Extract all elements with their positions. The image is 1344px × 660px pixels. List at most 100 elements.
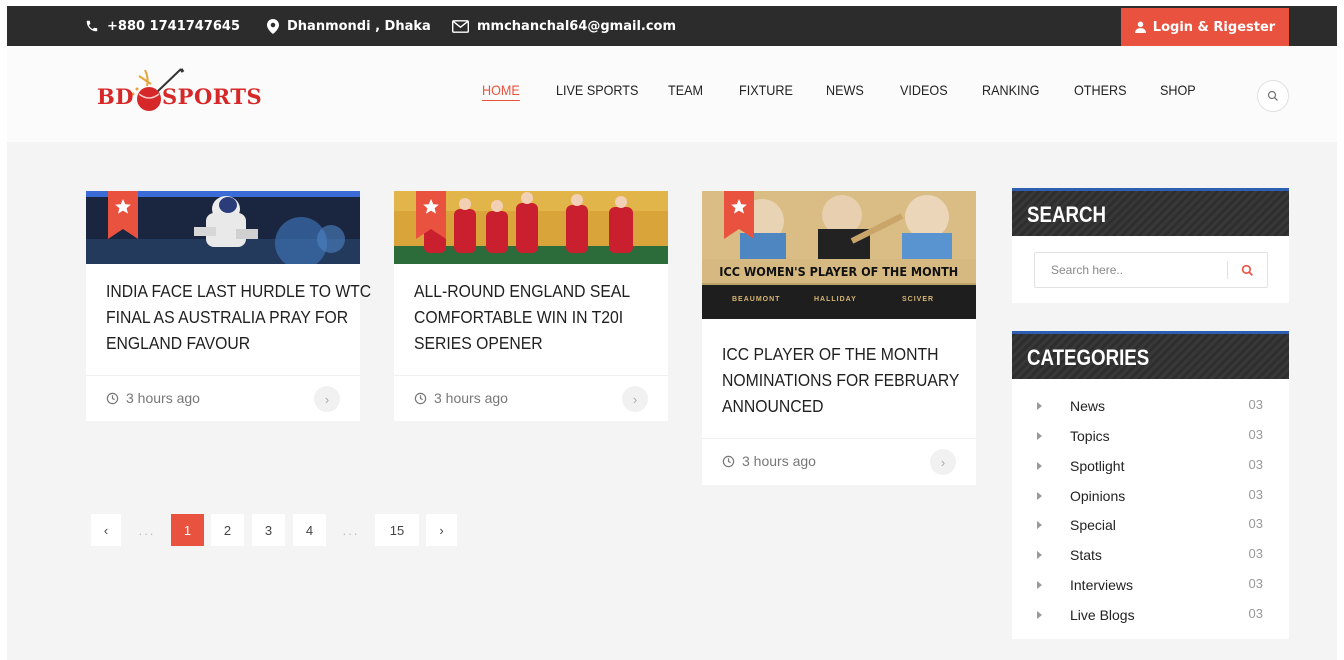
news-card-time: 3 hours ago [722, 453, 816, 469]
category-item-interviews[interactable]: Interviews 03 [1012, 574, 1289, 598]
login-label: Login & Rigester [1152, 19, 1276, 35]
news-card-time: 3 hours ago [106, 390, 200, 406]
category-name: Live Blogs [1070, 607, 1135, 623]
category-name: Stats [1070, 547, 1102, 563]
category-name: Spotlight [1070, 458, 1125, 474]
category-count: 03 [1248, 576, 1263, 591]
clock-icon [722, 455, 735, 467]
search-widget: SEARCH [1012, 188, 1289, 303]
category-item-stats[interactable]: Stats 03 [1012, 544, 1289, 568]
featured-ribbon [108, 191, 138, 239]
phone-icon [86, 20, 98, 32]
search-icon [1241, 264, 1253, 276]
caret-right-icon [1037, 492, 1042, 500]
image-name: BEAUMONT [732, 296, 781, 303]
phone-text: +880 1741747645 [107, 18, 241, 34]
category-name: Opinions [1070, 488, 1126, 504]
image-names-strip: BEAUMONT HALLIDAY SCIVER [702, 283, 976, 319]
image-name: SCIVER [902, 296, 935, 303]
top-bar: +880 1741747645 Dhanmondi , Dhaka mmchan… [7, 6, 1337, 46]
sidebar-search-input[interactable] [1035, 253, 1225, 287]
featured-ribbon [416, 191, 446, 239]
category-item-live-blogs[interactable]: Live Blogs 03 [1012, 604, 1289, 628]
time-text: 3 hours ago [742, 453, 816, 469]
news-card-2: ALL-ROUND ENGLAND SEAL COMFORTABLE WIN I… [394, 191, 668, 421]
user-icon [1134, 21, 1146, 33]
read-more-arrow[interactable]: › [622, 386, 648, 412]
pagination-ellipsis: ... [138, 522, 156, 538]
contact-email: mmchanchal64@gmail.com [452, 6, 676, 46]
news-card-title[interactable]: ALL-ROUND ENGLAND SEAL COMFORTABLE WIN I… [414, 278, 685, 356]
category-item-topics[interactable]: Topics 03 [1012, 425, 1289, 449]
category-name: Interviews [1070, 577, 1134, 593]
read-more-arrow[interactable]: › [314, 386, 340, 412]
header-search-button[interactable] [1257, 80, 1289, 112]
time-text: 3 hours ago [126, 390, 200, 406]
news-card-3: ICC WOMEN'S PLAYER OF THE MONTH BEAUMONT… [702, 191, 976, 485]
caret-right-icon [1037, 611, 1042, 619]
category-count: 03 [1248, 606, 1263, 621]
nav-fixture[interactable]: FIXTURE [739, 82, 793, 98]
nav-live-sports[interactable]: LIVE SPORTS [556, 82, 638, 98]
category-item-special[interactable]: Special 03 [1012, 514, 1289, 538]
pagination-page-3[interactable]: 3 [252, 514, 285, 546]
contact-location: Dhanmondi , Dhaka [267, 6, 431, 46]
pagination-ellipsis: ... [342, 522, 360, 538]
caret-right-icon [1037, 551, 1042, 559]
search-icon [1267, 90, 1278, 101]
nav-others[interactable]: OTHERS [1074, 82, 1127, 98]
pagination-next[interactable]: › [426, 514, 457, 546]
pagination-prev[interactable]: ‹ [91, 514, 121, 546]
nav-shop[interactable]: SHOP [1160, 82, 1196, 98]
caret-right-icon [1037, 402, 1042, 410]
nav-home[interactable]: HOME [482, 82, 520, 98]
nav-videos[interactable]: VIDEOS [900, 82, 948, 98]
read-more-arrow[interactable]: › [930, 449, 956, 475]
news-card-title[interactable]: INDIA FACE LAST HURDLE TO WTC FINAL AS A… [106, 278, 377, 356]
main-content: INDIA FACE LAST HURDLE TO WTC FINAL AS A… [7, 142, 1337, 660]
category-count: 03 [1248, 427, 1263, 442]
category-item-opinions[interactable]: Opinions 03 [1012, 485, 1289, 509]
image-headline-text: ICC WOMEN'S PLAYER OF THE MONTH [719, 263, 959, 279]
sidebar-search-button[interactable] [1235, 259, 1259, 281]
category-item-news[interactable]: News 03 [1012, 395, 1289, 419]
caret-right-icon [1037, 462, 1042, 470]
nav-news[interactable]: NEWS [826, 82, 864, 98]
category-name: Topics [1070, 428, 1110, 444]
pagination-page-4[interactable]: 4 [293, 514, 326, 546]
image-headline: ICC WOMEN'S PLAYER OF THE MONTH [702, 259, 976, 283]
news-card-1: INDIA FACE LAST HURDLE TO WTC FINAL AS A… [86, 191, 371, 421]
caret-right-icon [1037, 581, 1042, 589]
category-name: News [1070, 398, 1106, 414]
pagination-page-last[interactable]: 15 [375, 514, 419, 546]
news-card-meta: 3 hours ago › [394, 375, 668, 421]
contact-phone: +880 1741747645 [85, 6, 240, 46]
categories-widget: CATEGORIES News 03 Topics 03 Spotlight 03 O… [1012, 331, 1289, 639]
clock-icon [414, 392, 427, 404]
widget-header: SEARCH [1012, 188, 1289, 236]
location-text: Dhanmondi , Dhaka [287, 18, 431, 34]
login-register-button[interactable]: Login & Rigester [1121, 8, 1289, 46]
caret-right-icon [1037, 521, 1042, 529]
pagination-page-1[interactable]: 1 [171, 514, 204, 546]
map-pin-icon [267, 18, 279, 34]
sidebar-search-box [1034, 252, 1268, 288]
site-header: BD SPORTS HOME LIVE SPORTS TEAM FIXTURE … [7, 46, 1337, 142]
email-text: mmchanchal64@gmail.com [477, 18, 677, 34]
main-nav: HOME LIVE SPORTS TEAM FIXTURE NEWS VIDEO… [7, 82, 1337, 104]
pagination-page-2[interactable]: 2 [211, 514, 244, 546]
category-item-spotlight[interactable]: Spotlight 03 [1012, 455, 1289, 479]
category-count: 03 [1248, 516, 1263, 531]
news-card-meta: 3 hours ago › [702, 438, 976, 484]
category-name: Special [1070, 517, 1116, 533]
news-card-title[interactable]: ICC PLAYER OF THE MONTH NOMINATIONS FOR … [722, 341, 993, 419]
featured-ribbon [724, 191, 754, 239]
widget-title: SEARCH [1027, 202, 1106, 227]
nav-team[interactable]: TEAM [668, 82, 703, 98]
nav-ranking[interactable]: RANKING [982, 82, 1039, 98]
category-count: 03 [1248, 546, 1263, 561]
widget-title: CATEGORIES [1027, 345, 1150, 370]
news-card-time: 3 hours ago [414, 390, 508, 406]
category-count: 03 [1248, 397, 1263, 412]
news-card-meta: 3 hours ago › [86, 375, 360, 421]
